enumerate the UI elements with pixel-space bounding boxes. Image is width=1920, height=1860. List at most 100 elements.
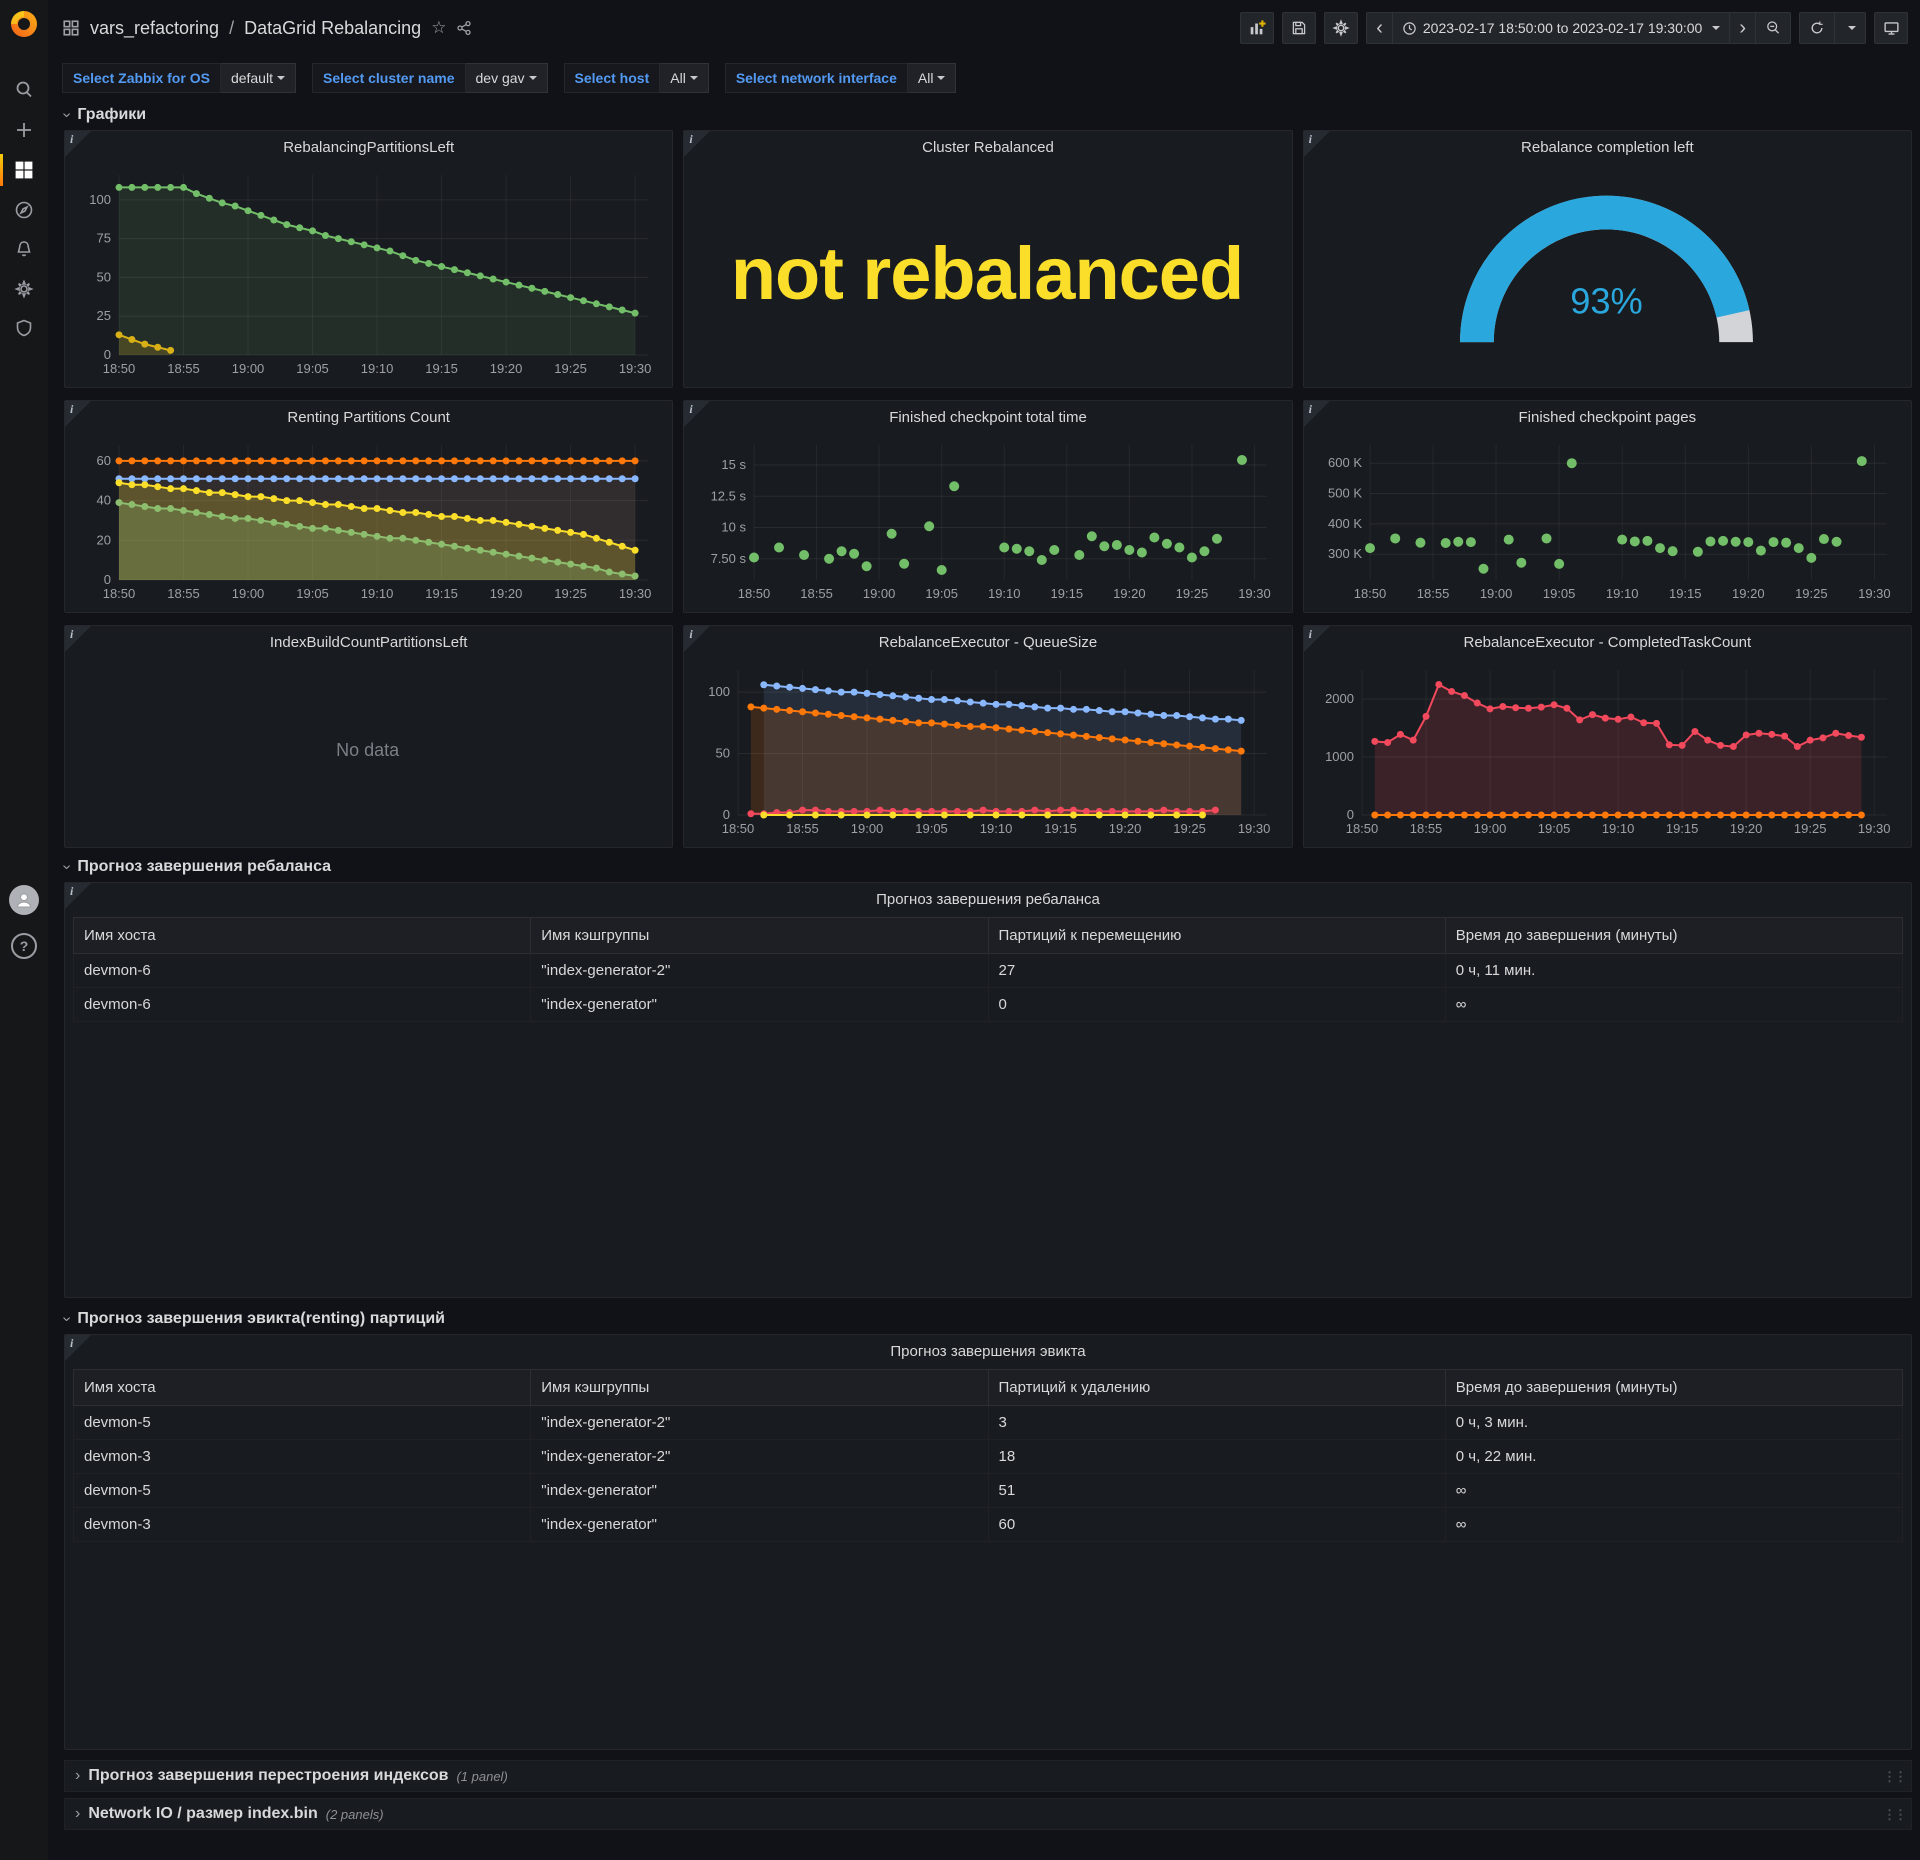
save-dashboard-icon[interactable] — [1282, 12, 1316, 44]
variable-value-dropdown[interactable]: dev gav — [466, 63, 548, 93]
column-header[interactable]: Имя хоста — [74, 1370, 531, 1406]
time-range-button[interactable]: 2023-02-17 18:50:00 to 2023-02-17 19:30:… — [1393, 12, 1730, 44]
server-admin-shield-icon[interactable] — [0, 308, 48, 348]
clock-icon — [1402, 21, 1417, 36]
variable-label: Select cluster name — [312, 63, 466, 93]
table-row: devmon-6 "index-generator" 0 ∞ — [74, 988, 1903, 1022]
time-back-icon[interactable]: ‹ — [1366, 12, 1393, 44]
variable-value-dropdown[interactable]: All — [908, 63, 957, 93]
zoom-out-icon[interactable] — [1756, 12, 1791, 44]
panel-drag-handle[interactable]: ⋮⋮ — [1883, 1769, 1905, 1785]
panel-title[interactable]: Cluster Rebalanced — [684, 131, 1291, 163]
svg-text:20: 20 — [97, 532, 111, 547]
column-header[interactable]: Партиций к перемещению — [988, 918, 1445, 954]
chart-rebalance-executor-queue-size[interactable]: 18:5018:5519:0019:0519:1019:1519:2019:25… — [692, 660, 1281, 841]
explore-compass-icon[interactable] — [0, 190, 48, 230]
dashboard-settings-gear-icon[interactable] — [1324, 12, 1358, 44]
search-icon[interactable] — [0, 70, 48, 110]
svg-text:18:50: 18:50 — [1345, 821, 1378, 836]
panel-info-icon[interactable]: i — [684, 401, 710, 427]
panel-title[interactable]: Finished checkpoint pages — [1304, 401, 1911, 433]
panel-evict-forecast-table: i Прогноз завершения эвикта Имя хоста Им… — [64, 1334, 1912, 1750]
svg-text:19:15: 19:15 — [1051, 586, 1084, 601]
svg-text:1000: 1000 — [1325, 749, 1354, 764]
panel-title[interactable]: Renting Partitions Count — [65, 401, 672, 433]
svg-text:19:30: 19:30 — [1238, 821, 1271, 836]
column-header[interactable]: Имя кэшгруппы — [531, 918, 988, 954]
panel-info-icon[interactable]: i — [65, 131, 91, 157]
cell-host: devmon-3 — [74, 1440, 531, 1474]
panel-title[interactable]: Прогноз завершения эвикта — [65, 1335, 1911, 1367]
cell-time-left: 0 ч, 22 мин. — [1445, 1440, 1902, 1474]
chart-rebalance-executor-completed-task-count[interactable]: 18:5018:5519:0019:0519:1019:1519:2019:25… — [1312, 660, 1901, 841]
section-header-graphs[interactable]: › Графики — [64, 100, 1912, 130]
add-panel-icon[interactable] — [1240, 12, 1274, 44]
cell-time-left: ∞ — [1445, 1508, 1902, 1542]
share-icon[interactable] — [456, 20, 472, 36]
section-header-index-rebuild-collapsed[interactable]: › Прогноз завершения перестроения индекс… — [64, 1760, 1912, 1792]
chevron-down-icon: › — [58, 112, 76, 117]
variable-network-interface: Select network interface All — [725, 63, 957, 93]
chevron-down-icon: › — [58, 864, 76, 869]
breadcrumb-separator: / — [229, 18, 234, 39]
cell-time-left: 0 ч, 11 мин. — [1445, 954, 1902, 988]
column-header[interactable]: Партиций к удалению — [988, 1370, 1445, 1406]
panel-title[interactable]: RebalancingPartitionsLeft — [65, 131, 672, 163]
column-header[interactable]: Имя хоста — [74, 918, 531, 954]
evict-forecast-table: Имя хоста Имя кэшгруппы Партиций к удале… — [73, 1369, 1903, 1542]
panel-info-icon[interactable]: i — [65, 626, 91, 652]
section-header-evict-forecast[interactable]: › Прогноз завершения эвикта(renting) пар… — [64, 1304, 1912, 1334]
svg-text:19:20: 19:20 — [1109, 821, 1142, 836]
help-icon[interactable]: ? — [0, 926, 48, 966]
panel-title[interactable]: Finished checkpoint total time — [684, 401, 1291, 433]
section-header-rebalance-forecast[interactable]: › Прогноз завершения ребаланса — [64, 852, 1912, 882]
chart-finished-checkpoint-total-time[interactable]: 18:5018:5519:0019:0519:1019:1519:2019:25… — [692, 435, 1281, 606]
svg-text:19:30: 19:30 — [1239, 586, 1272, 601]
svg-text:0: 0 — [723, 807, 730, 822]
column-header[interactable]: Имя кэшгруппы — [531, 1370, 988, 1406]
star-icon[interactable]: ☆ — [431, 18, 446, 38]
configuration-gear-icon[interactable] — [0, 269, 48, 309]
refresh-interval-dropdown[interactable] — [1835, 12, 1866, 44]
breadcrumb-folder[interactable]: vars_refactoring — [90, 18, 219, 39]
svg-text:19:20: 19:20 — [1730, 821, 1763, 836]
kiosk-monitor-icon[interactable] — [1874, 12, 1908, 44]
panel-info-icon[interactable]: i — [65, 1335, 91, 1361]
panel-title[interactable]: IndexBuildCountPartitionsLeft — [65, 626, 672, 658]
section-header-network-io-collapsed[interactable]: › Network IO / размер index.bin (2 panel… — [64, 1798, 1912, 1830]
panel-info-icon[interactable]: i — [684, 626, 710, 652]
column-header[interactable]: Время до завершения (минуты) — [1445, 918, 1902, 954]
column-header[interactable]: Время до завершения (минуты) — [1445, 1370, 1902, 1406]
breadcrumb-dashboard-title[interactable]: DataGrid Rebalancing — [244, 18, 421, 39]
panel-info-icon[interactable]: i — [684, 131, 710, 157]
refresh-icon[interactable] — [1799, 12, 1835, 44]
cell-partitions: 3 — [988, 1406, 1445, 1440]
cell-time-left: 0 ч, 3 мин. — [1445, 1406, 1902, 1440]
panel-info-icon[interactable]: i — [1304, 131, 1330, 157]
svg-text:18:50: 18:50 — [738, 586, 771, 601]
grafana-logo[interactable] — [8, 8, 40, 40]
panel-title[interactable]: RebalanceExecutor - QueueSize — [684, 626, 1291, 658]
panel-info-icon[interactable]: i — [1304, 626, 1330, 652]
user-avatar[interactable] — [0, 880, 48, 920]
time-forward-icon[interactable]: › — [1730, 12, 1756, 44]
panel-info-icon[interactable]: i — [65, 883, 91, 909]
chart-rebalancing-partitions-left[interactable]: 18:5018:5519:0019:0519:1019:1519:2019:25… — [73, 165, 662, 381]
panel-title[interactable]: Прогноз завершения ребаланса — [65, 883, 1911, 915]
variable-value-dropdown[interactable]: All — [660, 63, 709, 93]
chevron-right-icon: › — [75, 1767, 80, 1785]
panel-info-icon[interactable]: i — [65, 401, 91, 427]
svg-text:19:25: 19:25 — [1795, 586, 1828, 601]
variable-value-dropdown[interactable]: default — [221, 63, 296, 93]
panel-title[interactable]: Rebalance completion left — [1304, 131, 1911, 163]
alerting-bell-icon[interactable] — [0, 229, 48, 269]
dashboards-grid-icon[interactable] — [0, 150, 48, 190]
dashboards-grid-icon — [62, 19, 80, 37]
panel-info-icon[interactable]: i — [1304, 401, 1330, 427]
panel-title[interactable]: RebalanceExecutor - CompletedTaskCount — [1304, 626, 1911, 658]
add-icon[interactable] — [0, 110, 48, 150]
svg-text:18:55: 18:55 — [167, 586, 200, 601]
panel-drag-handle[interactable]: ⋮⋮ — [1883, 1807, 1905, 1823]
chart-finished-checkpoint-pages[interactable]: 18:5018:5519:0019:0519:1019:1519:2019:25… — [1312, 435, 1901, 606]
chart-renting-partitions-count[interactable]: 18:5018:5519:0019:0519:1019:1519:2019:25… — [73, 435, 662, 606]
